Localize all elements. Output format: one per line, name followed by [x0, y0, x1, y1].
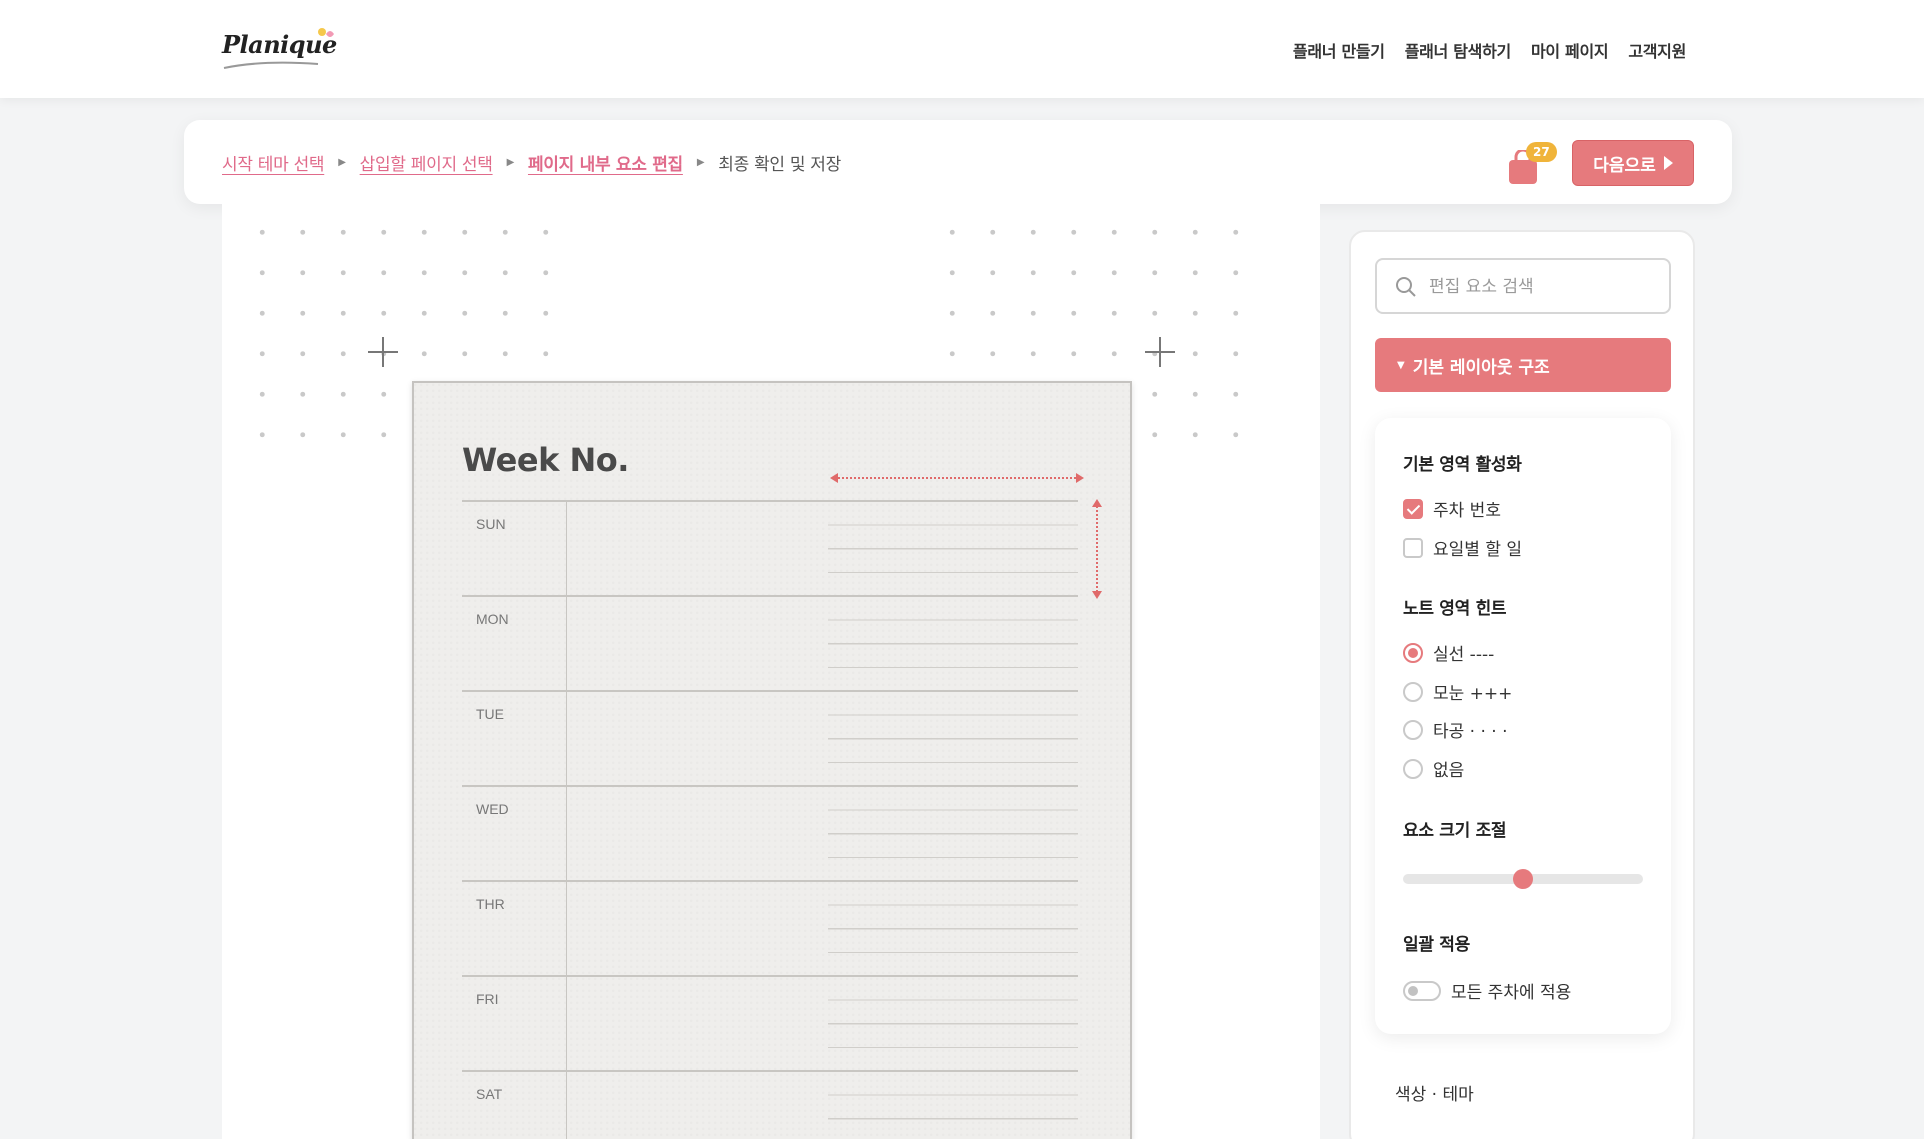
nav-explore-planner[interactable]: 플래너 탐색하기 [1405, 38, 1512, 62]
option-label: 요일별 할 일 [1433, 540, 1523, 560]
day-row-thr[interactable]: THR [462, 880, 1078, 977]
nav-support[interactable]: 고객지원 [1628, 38, 1686, 62]
step-bar: 시작 테마 선택 ▶ 삽입할 페이지 선택 ▶ 페이지 내부 요소 편집 ▶ 최… [184, 120, 1732, 204]
option-label: 모눈 +++ [1433, 684, 1513, 704]
element-search[interactable] [1375, 258, 1671, 314]
element-editor-panel: ▼ 기본 레이아웃 구조 기본 영역 활성화 주차 번호 요일별 할 일 노트 … [1349, 230, 1695, 1139]
radio-dotted[interactable]: 타공 · · · · [1403, 717, 1508, 742]
day-label: SUN [476, 516, 506, 532]
step-final-save: 최종 확인 및 저장 [718, 155, 841, 175]
cart-button[interactable]: 27 [1506, 142, 1557, 184]
caret-down-icon: ▼ [1397, 359, 1405, 371]
height-measure-handle[interactable] [1092, 499, 1102, 599]
search-input[interactable] [1429, 274, 1659, 300]
day-row-wed[interactable]: WED [462, 785, 1078, 882]
planner-page[interactable]: Week No. SUN MON TUE WED THR FRI SAT [412, 381, 1132, 1139]
accordion-color-theme[interactable]: 색상 · 테마 [1395, 1080, 1474, 1105]
next-button[interactable]: 다음으로 [1572, 140, 1694, 186]
nav-my-page[interactable]: 마이 페이지 [1531, 38, 1609, 62]
slider-thumb[interactable] [1513, 869, 1533, 889]
option-label: 없음 [1433, 761, 1465, 781]
column-divider [566, 882, 567, 977]
note-lines [828, 1072, 1078, 1139]
nav-create-planner[interactable]: 플래너 만들기 [1293, 38, 1385, 62]
step-select-theme[interactable]: 시작 테마 선택 [222, 150, 325, 175]
day-row-fri[interactable]: FRI [462, 975, 1078, 1072]
day-label: WED [476, 801, 509, 817]
radio-grid[interactable]: 모눈 +++ [1403, 679, 1512, 704]
step-select-pages[interactable]: 삽입할 페이지 선택 [360, 150, 493, 175]
day-label: FRI [476, 991, 499, 1007]
column-divider [566, 597, 567, 692]
top-nav: 플래너 만들기 플래너 탐색하기 마이 페이지 고객지원 [1293, 38, 1686, 62]
day-label: THR [476, 896, 505, 912]
column-divider [566, 977, 567, 1072]
radio-solid-line[interactable]: 실선 ---- [1403, 640, 1494, 665]
size-slider[interactable] [1403, 869, 1643, 889]
note-lines [828, 977, 1078, 1072]
checkbox-checked[interactable] [1403, 498, 1423, 519]
width-measure-handle[interactable] [830, 473, 1084, 483]
week-number-title[interactable]: Week No. [462, 441, 629, 479]
column-divider [566, 692, 567, 787]
day-label: SAT [476, 1086, 503, 1102]
option-label: 모든 주차에 적용 [1451, 983, 1572, 1003]
crosshair-icon [368, 337, 398, 367]
option-label: 타공 · · · · [1433, 722, 1508, 742]
checkbox-week-number[interactable]: 주차 번호 [1403, 496, 1501, 521]
column-divider [566, 1072, 567, 1139]
note-lines [828, 882, 1078, 977]
day-label: TUE [476, 706, 504, 722]
search-icon [1396, 277, 1416, 297]
step-separator-icon: ▶ [696, 157, 705, 168]
step-separator-icon: ▶ [506, 157, 515, 168]
crosshair-icon [1145, 337, 1175, 367]
section-title-areas: 기본 영역 활성화 [1403, 455, 1522, 475]
cart-count-badge: 27 [1526, 142, 1557, 162]
top-header: Planique 플래너 만들기 플래너 탐색하기 마이 페이지 고객지원 [0, 0, 1924, 98]
column-divider [566, 787, 567, 882]
checkbox-unchecked[interactable] [1403, 537, 1423, 558]
section-title-bulk-apply: 일괄 적용 [1403, 935, 1470, 955]
editor-canvas[interactable]: Week No. SUN MON TUE WED THR FRI SAT [222, 204, 1320, 1139]
logo-swoosh-icon [223, 28, 334, 69]
radio-unselected[interactable] [1403, 681, 1423, 702]
option-label: 실선 ---- [1433, 645, 1495, 665]
day-row-sat[interactable]: SAT [462, 1070, 1078, 1139]
next-button-label: 다음으로 [1593, 155, 1656, 176]
step-edit-elements[interactable]: 페이지 내부 요소 편집 [528, 150, 683, 175]
day-row-tue[interactable]: TUE [462, 690, 1078, 787]
column-divider [566, 502, 567, 597]
option-label: 주차 번호 [1433, 501, 1501, 521]
day-row-mon[interactable]: MON [462, 595, 1078, 692]
radio-unselected[interactable] [1403, 719, 1423, 740]
note-lines [828, 502, 1078, 597]
planique-logo[interactable]: Planique [222, 24, 342, 76]
breadcrumb: 시작 테마 선택 ▶ 삽입할 페이지 선택 ▶ 페이지 내부 요소 편집 ▶ 최… [222, 150, 841, 175]
accordion-title: 기본 레이아웃 구조 [1412, 357, 1550, 378]
layout-options-card: 기본 영역 활성화 주차 번호 요일별 할 일 노트 영역 힌트 실선 ----… [1375, 418, 1671, 1034]
accordion-basic-layout[interactable]: ▼ 기본 레이아웃 구조 [1375, 338, 1671, 392]
note-lines [828, 787, 1078, 882]
day-row-sun[interactable]: SUN [462, 500, 1078, 597]
section-title-note-hint: 노트 영역 힌트 [1403, 599, 1507, 619]
radio-none[interactable]: 없음 [1403, 756, 1464, 781]
radio-selected[interactable] [1403, 642, 1423, 663]
note-lines [828, 692, 1078, 787]
radio-unselected[interactable] [1403, 758, 1423, 779]
step-separator-icon: ▶ [338, 157, 346, 168]
play-arrow-icon [1663, 156, 1673, 170]
toggle-switch[interactable] [1403, 980, 1441, 1001]
note-lines [828, 597, 1078, 692]
checkbox-daily-todo[interactable]: 요일별 할 일 [1403, 535, 1522, 560]
toggle-apply-all-weeks[interactable]: 모든 주차에 적용 [1403, 978, 1571, 1003]
section-title-size: 요소 크기 조절 [1403, 821, 1507, 841]
day-label: MON [476, 611, 509, 627]
